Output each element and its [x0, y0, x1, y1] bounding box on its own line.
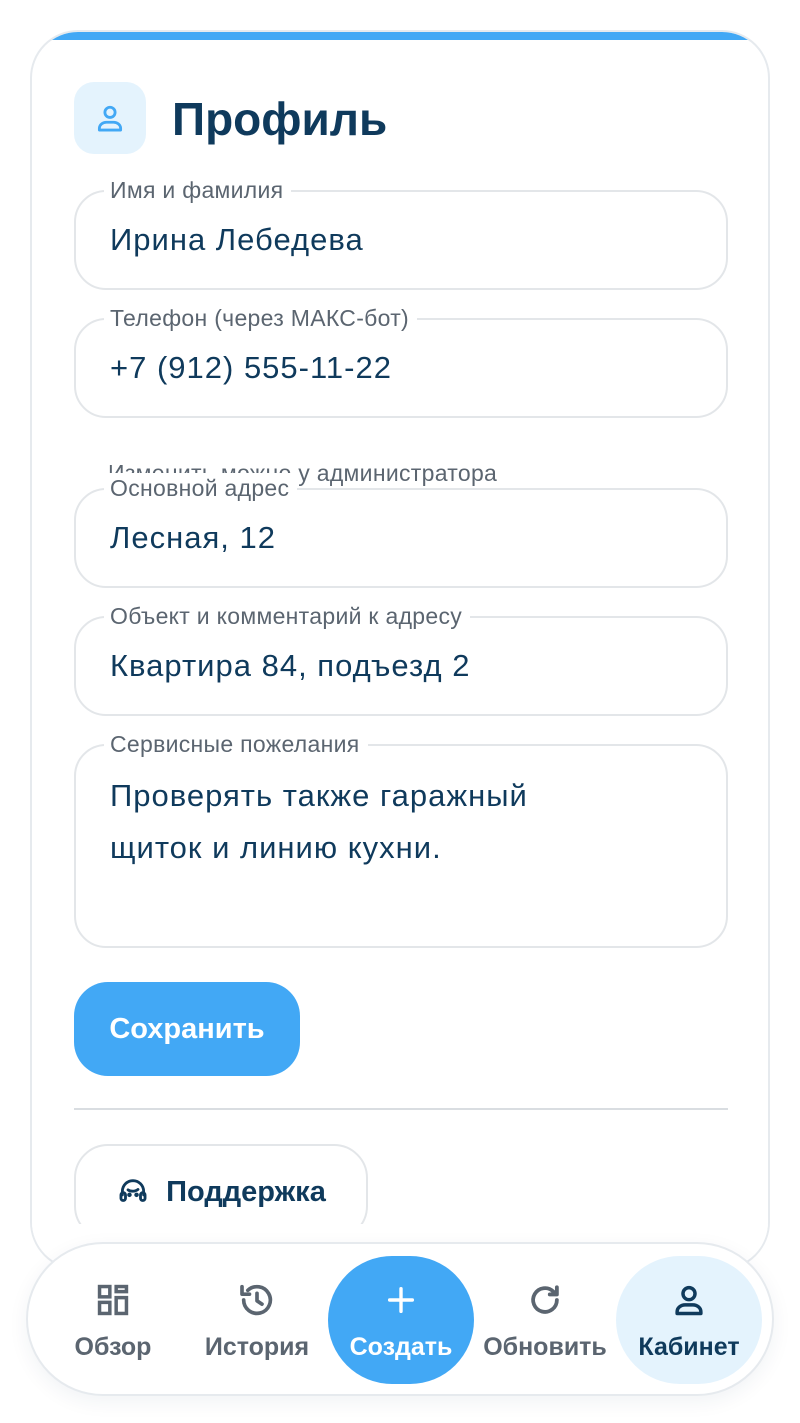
name-field-value[interactable]: Ирина Лебедева — [110, 222, 696, 258]
profile-card: Профиль Имя и фамилия Ирина Лебедева Тел… — [30, 30, 770, 1270]
headset-icon — [116, 1175, 150, 1209]
user-icon — [74, 82, 146, 154]
address-field[interactable]: Основной адрес Лесная, 12 — [74, 473, 728, 588]
object-comment-field[interactable]: Объект и комментарий к адресу Квартира 8… — [74, 601, 728, 716]
object-comment-field-label: Объект и комментарий к адресу — [104, 601, 471, 631]
address-field-label: Основной адрес — [104, 473, 298, 503]
support-button-label: Поддержка — [166, 1175, 326, 1208]
divider — [74, 1108, 728, 1110]
nav-item-label: Кабинет — [638, 1332, 740, 1361]
nav-item-label: История — [204, 1332, 310, 1361]
name-field[interactable]: Имя и фамилия Ирина Лебедева — [74, 175, 728, 290]
nav-item-label: Обзор — [74, 1332, 152, 1361]
page-title: Профиль — [172, 93, 388, 145]
phone-field-label: Телефон (через МАКС-бот) — [104, 303, 418, 333]
bottom-navigation: Обзор История Создать Обновить Кабинет — [26, 1242, 774, 1396]
nav-item-history[interactable]: История — [184, 1256, 330, 1384]
service-wishes-value[interactable]: Проверять также гаражный щиток и линию к… — [110, 770, 576, 874]
service-wishes-label: Сервисные пожелания — [104, 729, 368, 759]
plus-icon — [384, 1279, 418, 1321]
nav-item-label: Обновить — [483, 1332, 607, 1361]
nav-item-label: Создать — [349, 1332, 453, 1361]
nav-item-refresh[interactable]: Обновить — [472, 1256, 618, 1384]
nav-item-overview[interactable]: Обзор — [40, 1256, 186, 1384]
name-field-label: Имя и фамилия — [104, 175, 292, 205]
nav-item-create[interactable]: Создать — [328, 1256, 474, 1384]
address-field-value[interactable]: Лесная, 12 — [110, 520, 696, 556]
nav-item-cabinet[interactable]: Кабинет — [616, 1256, 762, 1384]
refresh-icon — [526, 1279, 564, 1321]
dashboard-icon — [94, 1279, 132, 1321]
user-icon — [670, 1279, 708, 1321]
object-comment-field-value[interactable]: Квартира 84, подъезд 2 — [110, 648, 696, 684]
service-wishes-textarea[interactable]: Сервисные пожелания Проверять также гара… — [74, 729, 728, 948]
history-icon — [237, 1279, 277, 1321]
phone-field: Телефон (через МАКС-бот) +7 (912) 555-11… — [74, 303, 728, 418]
card-accent-bar — [32, 32, 768, 40]
save-button[interactable]: Сохранить — [74, 982, 300, 1076]
phone-field-value: +7 (912) 555-11-22 — [110, 350, 392, 385]
